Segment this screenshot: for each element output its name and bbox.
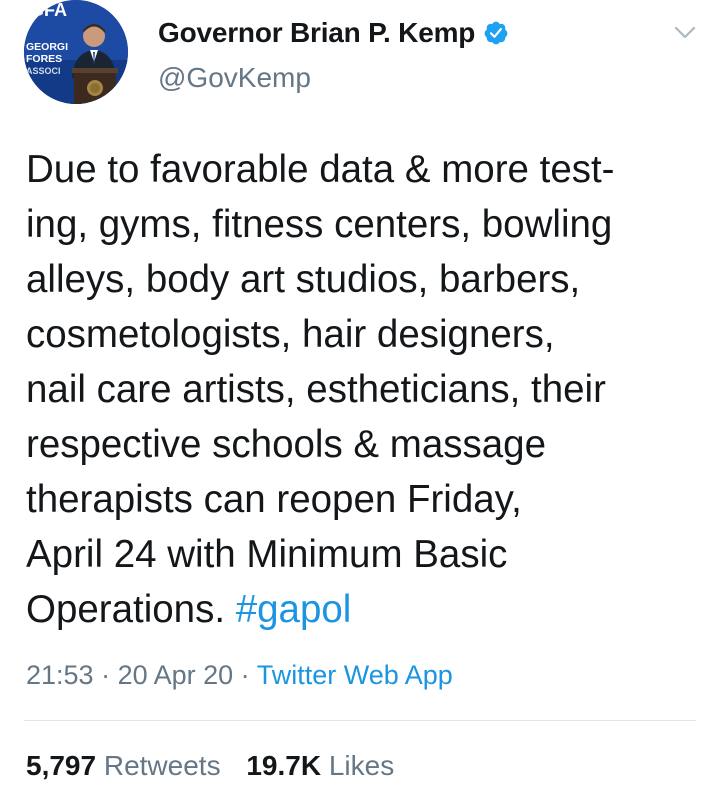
tweet-text-line: ing, gyms, fitness centers, bowling <box>26 203 613 246</box>
tweet-stats: 5,797 Retweets 19.7K Likes <box>26 750 412 782</box>
tweet-text: Due to favorable data & more test- ing, … <box>26 142 698 637</box>
tweet-text-line: April 24 with Minimum Basic <box>26 533 508 576</box>
avatar-text-line2: GEORGI <box>26 41 68 53</box>
author-display-name[interactable]: Governor Brian P. Kemp <box>158 17 475 49</box>
tweet-text-line: nail care artists, estheticians, their <box>26 368 606 411</box>
tweet-detail: GFA GEORGI FORES ASSOCI Governor Brian P… <box>0 0 720 785</box>
hashtag-link[interactable]: #gapol <box>236 588 352 631</box>
retweets-count: 5,797 <box>26 750 97 781</box>
avatar-text-line4: ASSOCI <box>26 66 61 76</box>
divider <box>24 720 696 721</box>
retweets-stat[interactable]: 5,797 Retweets <box>26 750 221 781</box>
author-name-row: Governor Brian P. Kemp <box>158 14 509 52</box>
tweet-text-line: Due to favorable data & more test- <box>26 148 615 191</box>
tweet-text-line: cosmetologists, hair designers, <box>26 313 555 356</box>
avatar-text-line3: FORES <box>26 53 62 65</box>
tweet-text-line: therapists can reopen Friday, <box>26 478 522 521</box>
profile-photo: GFA GEORGI FORES ASSOCI <box>24 0 128 104</box>
likes-label: Likes <box>328 750 395 781</box>
tweet-text-line: Operations. <box>26 588 226 631</box>
retweets-label: Retweets <box>103 750 221 781</box>
tweet-source-link[interactable]: Twitter Web App <box>257 660 453 690</box>
tweet-date[interactable]: 20 Apr 20 <box>118 660 234 690</box>
tweet-time[interactable]: 21:53 <box>26 660 94 690</box>
meta-separator: · <box>93 660 118 690</box>
tweet-text-last-line: Operations. #gapol <box>26 582 698 637</box>
likes-stat[interactable]: 19.7K Likes <box>246 750 394 781</box>
tweet-meta: 21:53 · 20 Apr 20 · Twitter Web App <box>26 660 453 691</box>
meta-separator: · <box>233 660 257 690</box>
verified-badge-icon <box>483 20 509 46</box>
chevron-down-icon[interactable] <box>672 22 698 44</box>
author-handle[interactable]: @GovKemp <box>158 62 311 94</box>
tweet-text-line: alleys, body art studios, barbers, <box>26 258 581 301</box>
avatar[interactable]: GFA GEORGI FORES ASSOCI <box>24 0 128 104</box>
likes-count: 19.7K <box>246 750 322 781</box>
avatar-logo-text: GFA <box>30 0 67 20</box>
tweet-text-line: respective schools & massage <box>26 423 546 466</box>
